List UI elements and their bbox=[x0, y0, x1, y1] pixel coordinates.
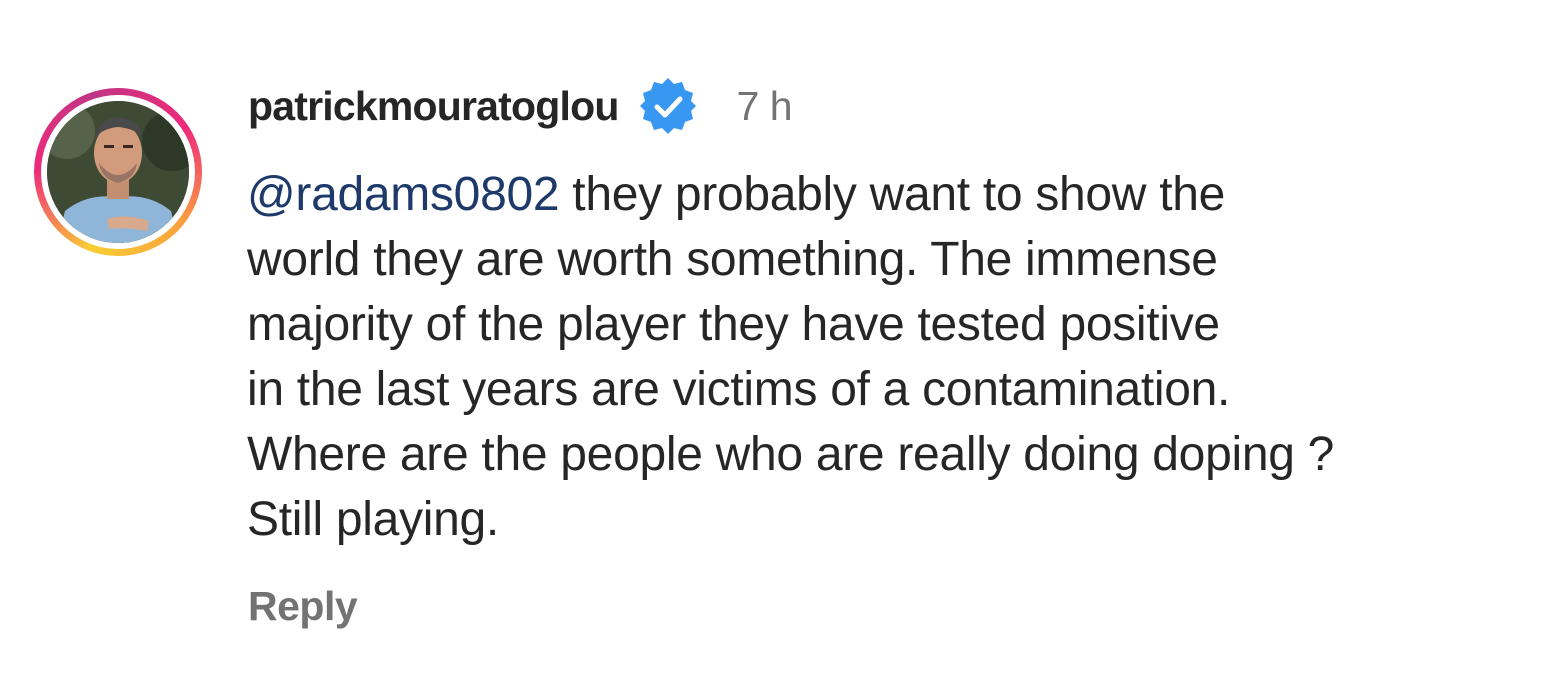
comment-line: @radams0802 they probably want to show t… bbox=[247, 162, 1537, 227]
comment-timestamp: 7 h bbox=[736, 82, 793, 129]
verified-badge-icon bbox=[637, 75, 699, 137]
comment: patrickmouratoglou 7 h @radams0802 they … bbox=[0, 0, 1551, 700]
comment-line: Where are the people who are really doin… bbox=[247, 428, 1335, 481]
avatar-ring-gap bbox=[41, 95, 195, 249]
avatar[interactable] bbox=[47, 101, 189, 243]
comment-line: majority of the player they have tested … bbox=[247, 298, 1220, 351]
comment-line: world they are worth something. The imme… bbox=[247, 233, 1218, 286]
reply-button[interactable]: Reply bbox=[248, 583, 358, 630]
mention-link[interactable]: @radams0802 bbox=[247, 168, 560, 221]
avatar-photo-icon bbox=[47, 101, 189, 243]
comment-text: @radams0802 they probably want to show t… bbox=[247, 162, 1537, 552]
comment-line: Still playing. bbox=[247, 493, 499, 546]
username-link[interactable]: patrickmouratoglou bbox=[248, 83, 619, 130]
comment-line: in the last years are victims of a conta… bbox=[247, 363, 1231, 416]
comment-line-text: they probably want to show the bbox=[559, 168, 1226, 221]
avatar-story-ring[interactable] bbox=[34, 88, 202, 256]
comment-header: patrickmouratoglou 7 h bbox=[248, 75, 793, 137]
